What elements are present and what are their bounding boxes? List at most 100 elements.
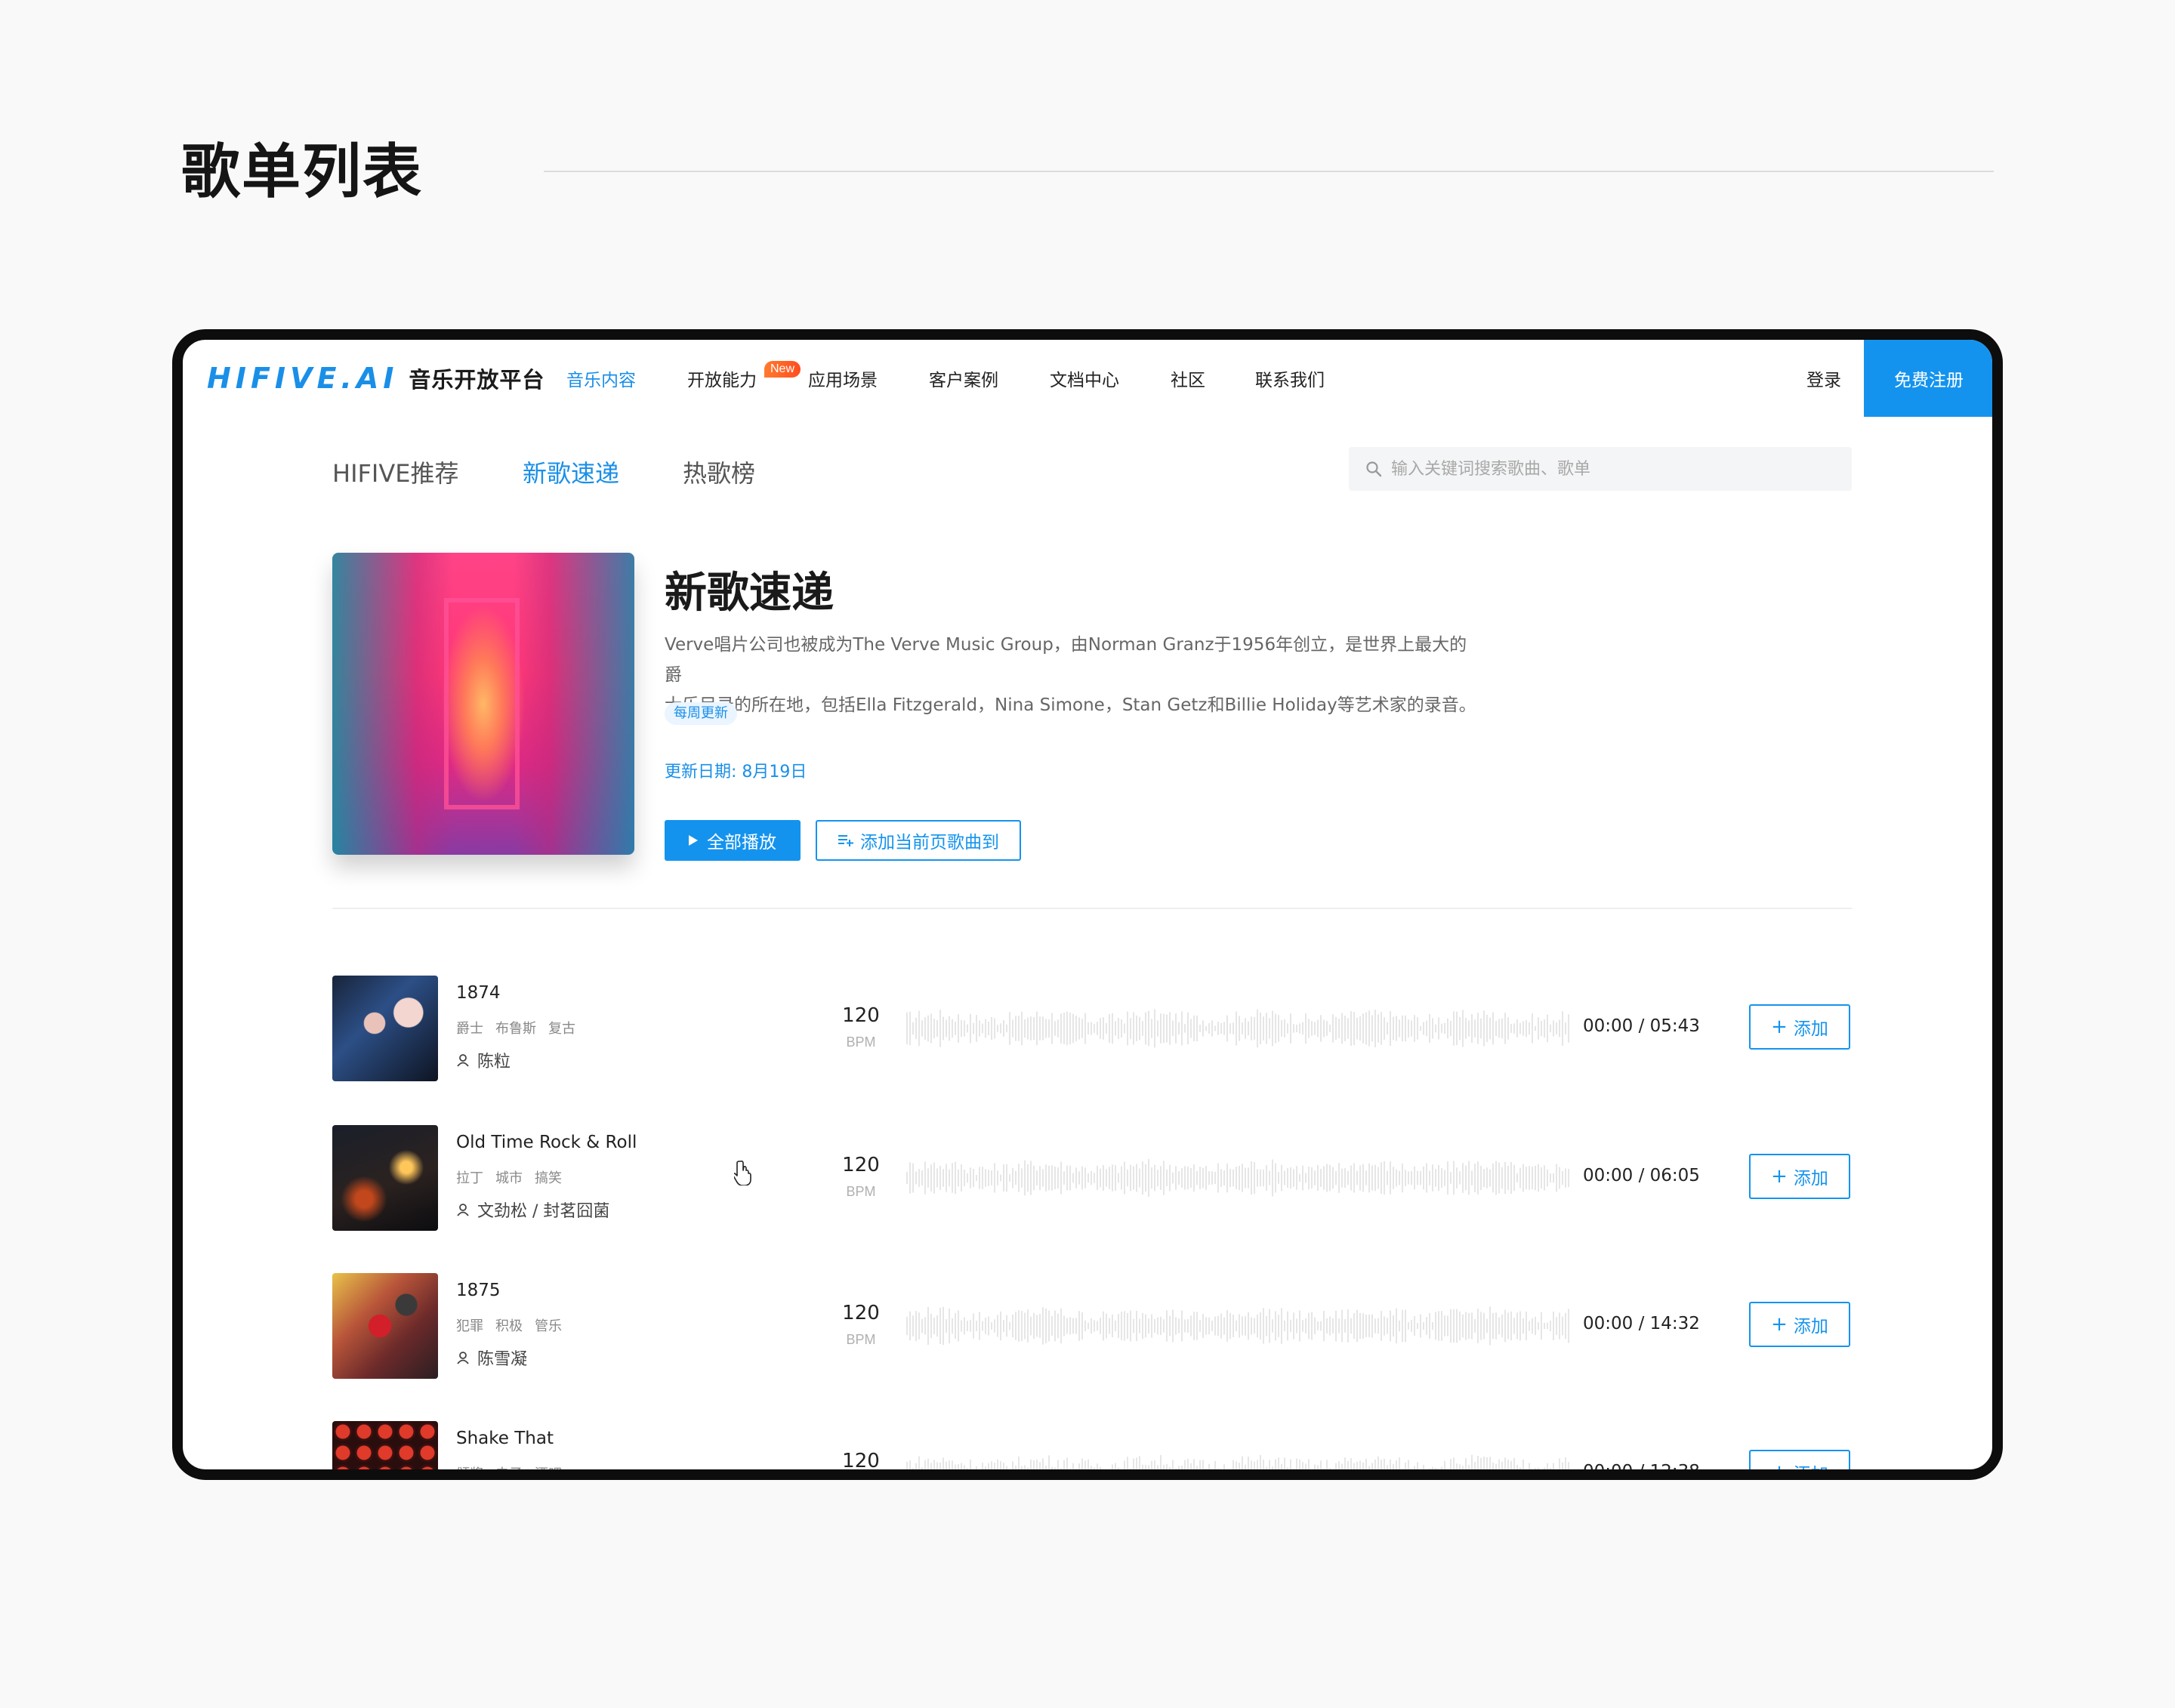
waveform-bar — [1081, 1019, 1083, 1038]
waveform-bar — [1378, 1167, 1379, 1189]
nav-item-contact[interactable]: 联系我们 — [1255, 365, 1325, 391]
waveform-bar — [979, 1020, 980, 1037]
song-tag[interactable]: 犯罪 — [456, 1318, 483, 1334]
waveform-bar — [1078, 1311, 1080, 1341]
song-artist[interactable]: 文劲松 / 封茗囧菌 — [456, 1198, 609, 1222]
nav-item-community[interactable]: 社区 — [1171, 365, 1205, 391]
waveform-bar — [964, 1465, 965, 1469]
song-title[interactable]: Old Time Rock & Roll — [456, 1133, 637, 1152]
waveform-bar — [1205, 1025, 1207, 1031]
waveform-bar — [1254, 1318, 1255, 1334]
song-tag[interactable]: 复古 — [548, 1021, 575, 1037]
waveform-bar — [1507, 1165, 1509, 1191]
song-tag[interactable]: 布鲁斯 — [495, 1021, 536, 1037]
add-song-button[interactable]: + 添加 — [1749, 1450, 1850, 1469]
waveform-bar — [1269, 1309, 1270, 1343]
song-tag[interactable]: 酒吧 — [535, 1466, 562, 1469]
waveform-bar — [906, 1012, 908, 1045]
waveform-bar — [1193, 1164, 1195, 1192]
waveform-bar — [1184, 1319, 1186, 1333]
waveform-bar — [1220, 1169, 1222, 1187]
waveform-bar — [1281, 1308, 1282, 1344]
song-artist[interactable]: 陈雪凝 — [456, 1346, 527, 1370]
waveform[interactable] — [906, 1451, 1571, 1480]
waveform-bar — [1353, 1163, 1355, 1193]
song-row[interactable]: Old Time Rock & Roll 拉丁 城市 搞笑 文劲松 / 封茗囧菌 1… — [332, 1125, 1852, 1231]
nav-item-docs[interactable]: 文档中心 — [1050, 365, 1119, 391]
song-tag[interactable]: 拉丁 — [456, 1170, 483, 1186]
song-title[interactable]: 1875 — [456, 1281, 501, 1300]
waveform-bar — [1236, 1011, 1237, 1046]
waveform-bar — [1408, 1460, 1409, 1469]
nav-item-cases[interactable]: 客户案例 — [929, 365, 998, 391]
song-artist[interactable]: 陈粒 — [456, 1048, 511, 1072]
waveform[interactable] — [906, 1006, 1571, 1051]
waveform-bar — [1338, 1163, 1340, 1193]
song-title[interactable]: 1874 — [456, 983, 501, 1003]
search-box[interactable] — [1349, 447, 1852, 491]
waveform-bar — [1495, 1312, 1497, 1340]
register-button[interactable]: 免费注册 — [1864, 340, 1992, 417]
waveform-bar — [1133, 1012, 1134, 1045]
waveform-bar — [1368, 1163, 1370, 1193]
song-tags: 拉丁 城市 搞笑 — [456, 1167, 574, 1187]
waveform-bar — [942, 1457, 944, 1469]
waveform-bar — [1060, 1308, 1062, 1344]
waveform-bar — [1109, 1318, 1110, 1334]
waveform-bar — [1459, 1464, 1461, 1469]
waveform-bar — [1522, 1460, 1524, 1469]
waveform-bar — [958, 1464, 959, 1469]
song-tag[interactable]: 电子 — [495, 1466, 523, 1469]
waveform-bar — [967, 1320, 968, 1332]
cover-frame — [444, 598, 520, 809]
waveform-bar — [1371, 1463, 1373, 1469]
song-row[interactable]: 1874 爵士 布鲁斯 复古 陈粒 120 BPM 00:00 / 05:43 + 添… — [332, 976, 1852, 1081]
waveform-bar — [1565, 1022, 1566, 1034]
search-input[interactable] — [1390, 458, 1846, 479]
song-tag[interactable]: 积极 — [495, 1318, 523, 1334]
waveform-bar — [1329, 1316, 1331, 1336]
song-tag[interactable]: 城市 — [495, 1170, 523, 1186]
waveform-bar — [1462, 1010, 1464, 1047]
waveform-bar — [1284, 1170, 1285, 1185]
tab-hifive-recommend[interactable]: HIFIVE推荐 — [332, 455, 458, 489]
waveform-bar — [1541, 1167, 1542, 1189]
login-link[interactable]: 登录 — [1806, 365, 1841, 391]
waveform-bar — [1130, 1164, 1131, 1192]
song-tag[interactable]: 爵士 — [456, 1021, 483, 1037]
song-title[interactable]: Shake That — [456, 1429, 554, 1448]
waveform-bar — [1030, 1016, 1032, 1041]
song-tag[interactable]: 颁奖 — [456, 1466, 483, 1469]
song-row[interactable]: 1875 犯罪 积极 管乐 陈雪凝 120 BPM 00:00 / 14:32 + 添… — [332, 1273, 1852, 1379]
waveform-bar — [1139, 1168, 1140, 1188]
waveform-bar — [1411, 1170, 1412, 1185]
waveform-bar — [1030, 1316, 1032, 1336]
add-song-button[interactable]: + 添加 — [1749, 1302, 1850, 1347]
waveform-bar — [1063, 1013, 1065, 1044]
waveform-bar — [958, 1310, 959, 1342]
song-tag[interactable]: 搞笑 — [535, 1170, 562, 1186]
waveform-bar — [1169, 1315, 1171, 1336]
waveform-bar — [921, 1170, 923, 1186]
waveform-bar — [1323, 1468, 1325, 1469]
waveform[interactable] — [906, 1155, 1571, 1201]
waveform-bar — [1142, 1021, 1143, 1036]
waveform[interactable] — [906, 1303, 1571, 1349]
add-song-button[interactable]: + 添加 — [1749, 1004, 1850, 1050]
nav-item-open-capabilities[interactable]: 开放能力 — [687, 365, 757, 391]
waveform-bar — [1263, 1016, 1264, 1041]
tab-new-songs[interactable]: 新歌速递 — [523, 455, 619, 489]
waveform-bar — [1344, 1016, 1346, 1041]
waveform-bar — [1541, 1312, 1542, 1340]
song-tag[interactable]: 管乐 — [535, 1318, 562, 1334]
song-row[interactable]: Shake That 颁奖 电子 酒吧 120 00:00 / 12:38 + 添加 — [332, 1421, 1852, 1480]
add-song-button[interactable]: + 添加 — [1749, 1154, 1850, 1199]
waveform-bar — [952, 1019, 953, 1038]
tab-hot-chart[interactable]: 热歌榜 — [683, 455, 755, 489]
play-all-button[interactable]: 全部播放 — [665, 820, 801, 861]
user-icon — [457, 1204, 469, 1216]
nav-item-music-content[interactable]: 音乐内容 — [566, 365, 636, 391]
nav-item-scenarios[interactable]: 应用场景 — [808, 365, 878, 391]
add-page-songs-button[interactable]: 添加当前页歌曲到 — [816, 820, 1021, 861]
waveform-bar — [1009, 1012, 1010, 1045]
